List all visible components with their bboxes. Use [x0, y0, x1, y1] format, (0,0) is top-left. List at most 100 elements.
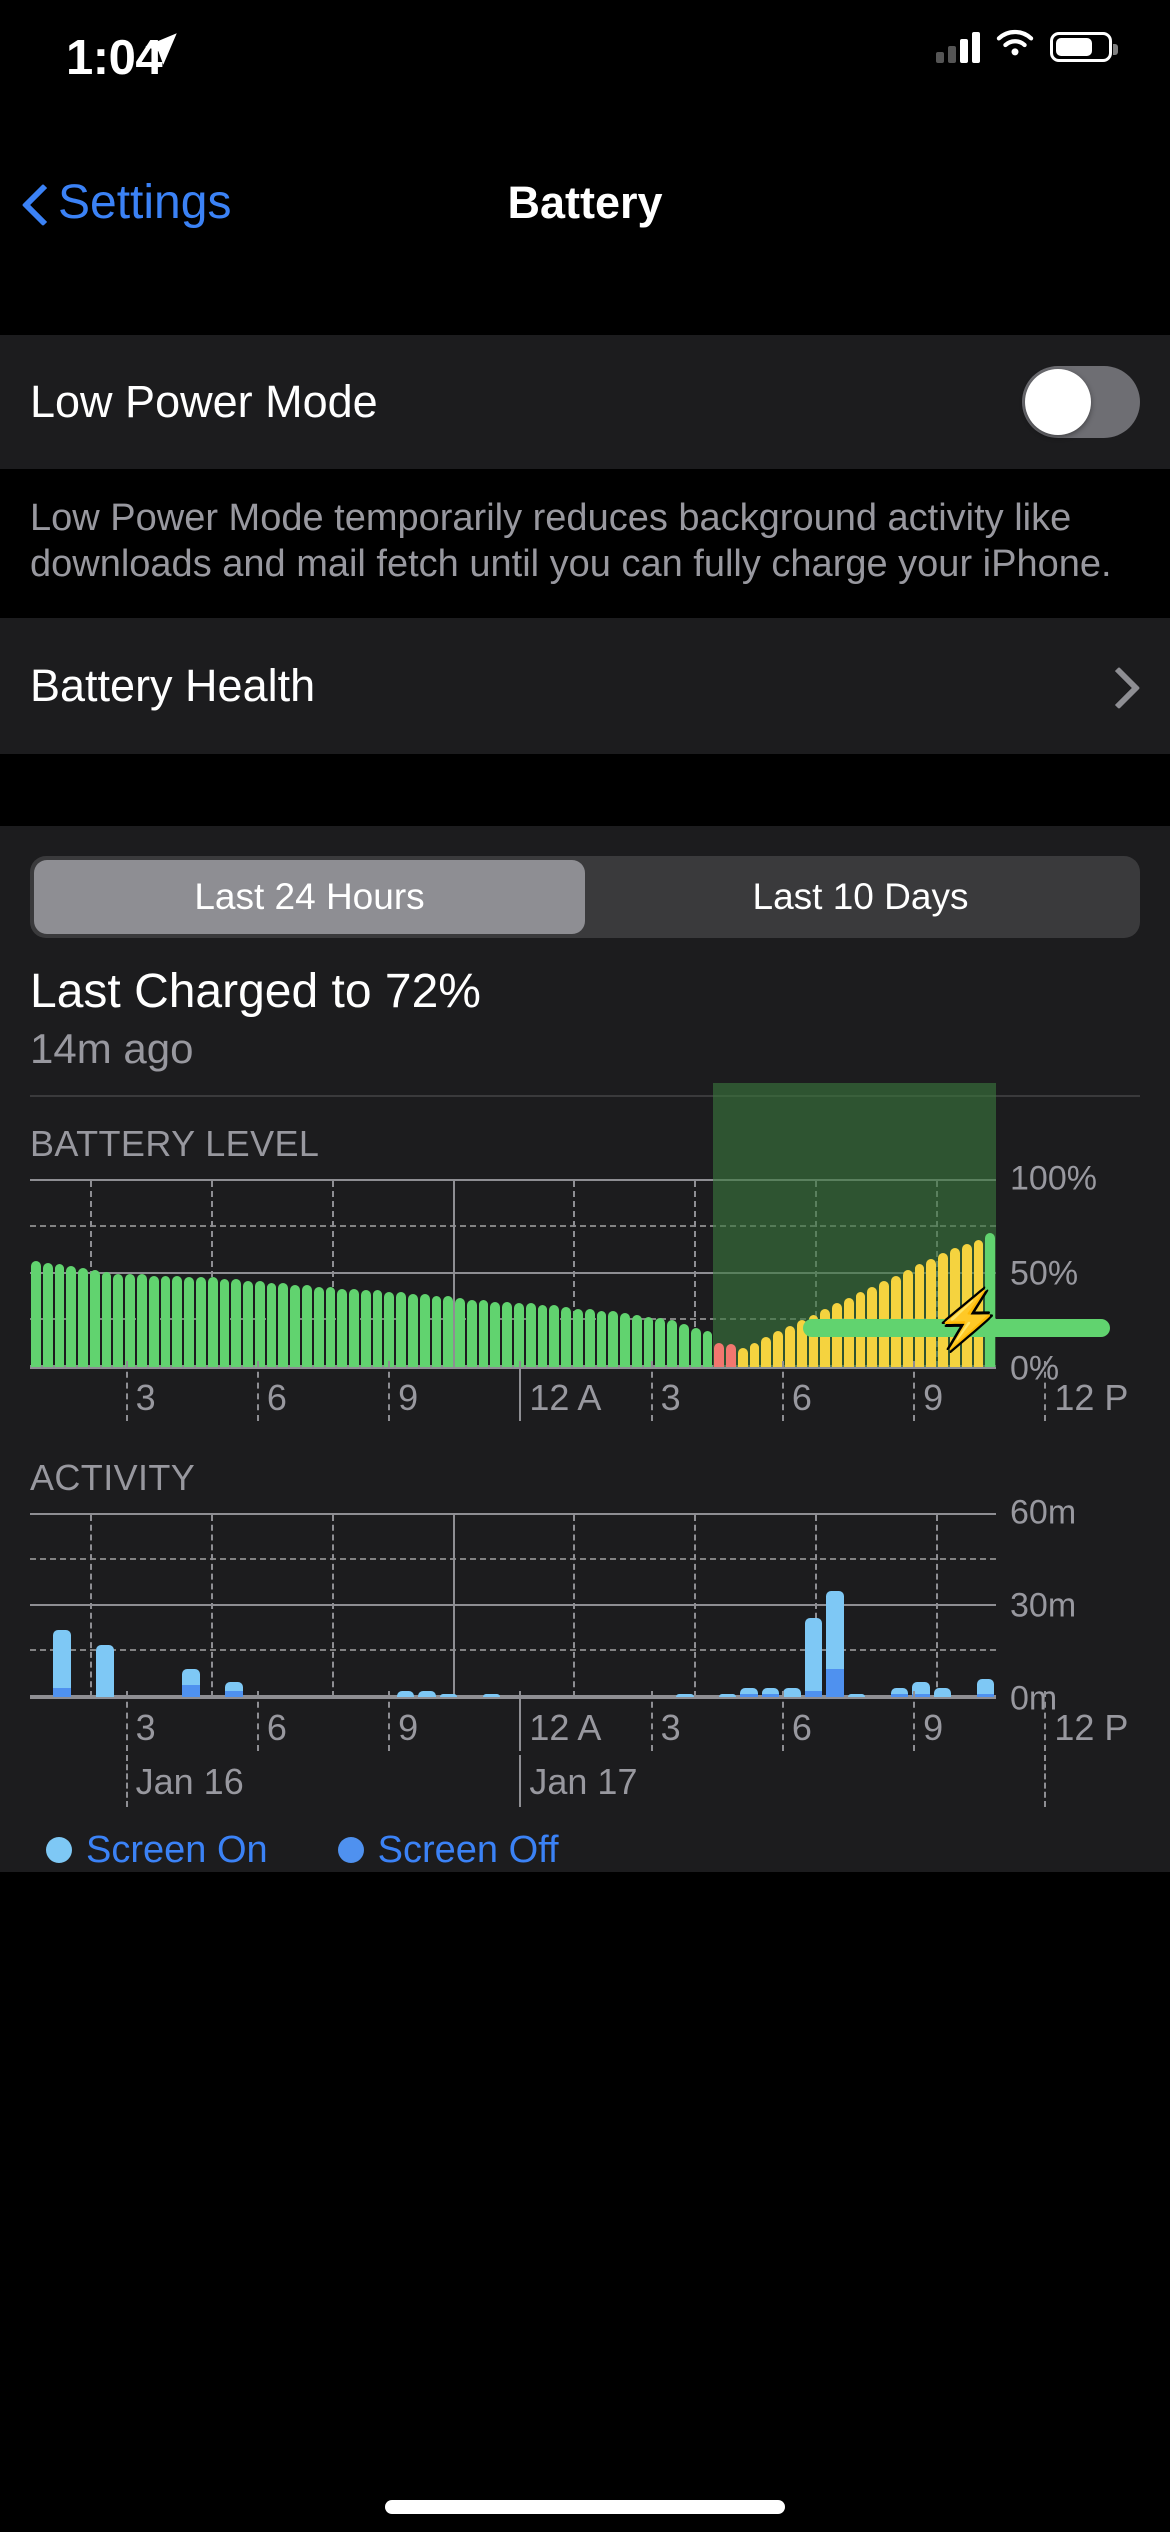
status-bar: 1:04	[0, 0, 1170, 150]
activity-bar	[225, 1681, 243, 1697]
battery-level-bar	[278, 1283, 289, 1367]
battery-level-bar	[443, 1296, 454, 1367]
battery-level-bar	[125, 1273, 136, 1367]
activity-bar	[740, 1687, 758, 1697]
activity-chart: 60m 30m 0m	[0, 1493, 1170, 1717]
activity-bar	[396, 1690, 415, 1697]
screen-off-segment	[182, 1684, 200, 1697]
section-gap	[0, 753, 1170, 826]
battery-level-bar	[160, 1275, 171, 1367]
battery-level-bar	[290, 1284, 300, 1367]
battery-level-bar	[243, 1281, 253, 1367]
battery-level-bar	[419, 1294, 430, 1367]
navigation-bar: Settings Battery	[0, 150, 1170, 255]
activity-bar	[676, 1693, 694, 1697]
battery-level-bar	[455, 1297, 465, 1367]
screen-on-segment	[418, 1690, 436, 1697]
battery-level-bar	[396, 1292, 406, 1367]
activity-plot	[30, 1512, 996, 1699]
battery-level-bar	[761, 1336, 772, 1367]
low-power-mode-toggle[interactable]	[1022, 366, 1140, 438]
activity-bar	[804, 1617, 823, 1697]
battery-level-bar	[101, 1271, 112, 1367]
battery-level-bar	[66, 1266, 77, 1367]
battery-level-bar	[78, 1268, 88, 1367]
battery-level-bar	[525, 1303, 536, 1367]
screen-on-swatch-icon	[46, 1837, 72, 1864]
y-tick-label: 30m	[1010, 1586, 1077, 1625]
battery-level-bar	[690, 1327, 701, 1367]
activity-bar	[53, 1630, 71, 1697]
x-tick-label: 3	[660, 1706, 681, 1748]
activity-x-axis: 3 6 9 12 A 3 6 9 12 P	[30, 1690, 1140, 1761]
date-label: Jan 17	[529, 1760, 638, 1802]
screen-on-segment	[96, 1645, 114, 1697]
legend-screen-on-label: Screen On	[86, 1828, 268, 1871]
low-power-mode-row[interactable]: Low Power Mode	[0, 335, 1170, 469]
battery-level-bar	[431, 1296, 442, 1367]
screen-on-segment	[719, 1693, 737, 1697]
battery-level-bar	[490, 1301, 501, 1367]
screen-off-segment	[53, 1687, 71, 1697]
battery-level-bar	[537, 1305, 548, 1367]
battery-level-bar	[313, 1286, 324, 1367]
chevron-right-icon	[1118, 666, 1140, 706]
battery-level-bar	[714, 1342, 725, 1367]
segment-last-10-days[interactable]: Last 10 Days	[585, 860, 1136, 934]
activity-bar	[783, 1687, 801, 1697]
time-range-segmented-control[interactable]: Last 24 Hours Last 10 Days	[30, 855, 1140, 938]
nav-spacer	[0, 255, 1170, 335]
battery-level-bar	[820, 1309, 831, 1367]
x-tick-label: 9	[923, 1706, 944, 1748]
activity-bar	[482, 1693, 501, 1697]
battery-level-bar	[184, 1277, 194, 1367]
battery-level-bar	[384, 1292, 395, 1367]
y-tick-label: 50%	[1010, 1254, 1079, 1293]
x-tick-label: 12 A	[529, 1376, 602, 1418]
activity-bar	[933, 1687, 952, 1697]
y-tick-label: 60m	[1010, 1493, 1077, 1532]
date-label: Jan 16	[135, 1760, 244, 1802]
home-indicator	[385, 2500, 785, 2514]
activity-y-axis: 60m 30m 0m	[1010, 1493, 1140, 1717]
battery-level-bar	[54, 1264, 65, 1367]
screen-on-segment	[182, 1669, 200, 1685]
activity-bar	[976, 1678, 995, 1697]
battery-usage-card: Last 24 Hours Last 10 Days Last Charged …	[0, 825, 1170, 1872]
screen-on-segment	[225, 1681, 243, 1691]
x-tick-label: 3	[135, 1376, 156, 1418]
segment-last-24-hours[interactable]: Last 24 Hours	[34, 859, 585, 934]
activity-bar	[182, 1669, 200, 1697]
x-tick-label: 6	[791, 1706, 812, 1748]
battery-level-bar	[749, 1342, 760, 1367]
battery-level-bar	[478, 1299, 489, 1367]
battery-level-bar	[667, 1320, 677, 1367]
battery-level-bar	[737, 1348, 748, 1367]
page-title: Battery	[507, 176, 663, 228]
screen-off-segment	[740, 1693, 758, 1697]
battery-level-y-axis: 100% 50% 0%	[1010, 1159, 1140, 1387]
x-tick-label: 3	[135, 1706, 156, 1748]
battery-level-bar	[372, 1290, 383, 1367]
activity-bar	[847, 1693, 866, 1697]
screen-off-segment	[804, 1690, 823, 1697]
battery-level-bar	[608, 1310, 619, 1367]
legend-screen-on: Screen On	[46, 1829, 268, 1872]
activity-heading: ACTIVITY	[30, 1456, 196, 1498]
x-tick-label: 12 P	[1054, 1706, 1129, 1748]
battery-level-bar	[219, 1279, 230, 1367]
low-power-mode-label: Low Power Mode	[30, 376, 378, 427]
x-tick-label: 6	[266, 1706, 287, 1748]
battery-level-bar	[301, 1284, 312, 1367]
activity-bar	[418, 1690, 436, 1697]
battery-level-bar	[785, 1325, 795, 1367]
screen-on-segment	[676, 1693, 694, 1697]
battery-health-row[interactable]: Battery Health	[0, 617, 1170, 754]
screen-off-segment	[225, 1690, 243, 1697]
activity-bar	[761, 1687, 780, 1697]
battery-level-bar	[596, 1310, 607, 1367]
battery-level-bar	[549, 1305, 560, 1367]
low-power-mode-footer: Low Power Mode temporarily reduces backg…	[0, 469, 1170, 618]
battery-level-bar	[561, 1307, 571, 1367]
battery-level-bar	[349, 1288, 359, 1367]
